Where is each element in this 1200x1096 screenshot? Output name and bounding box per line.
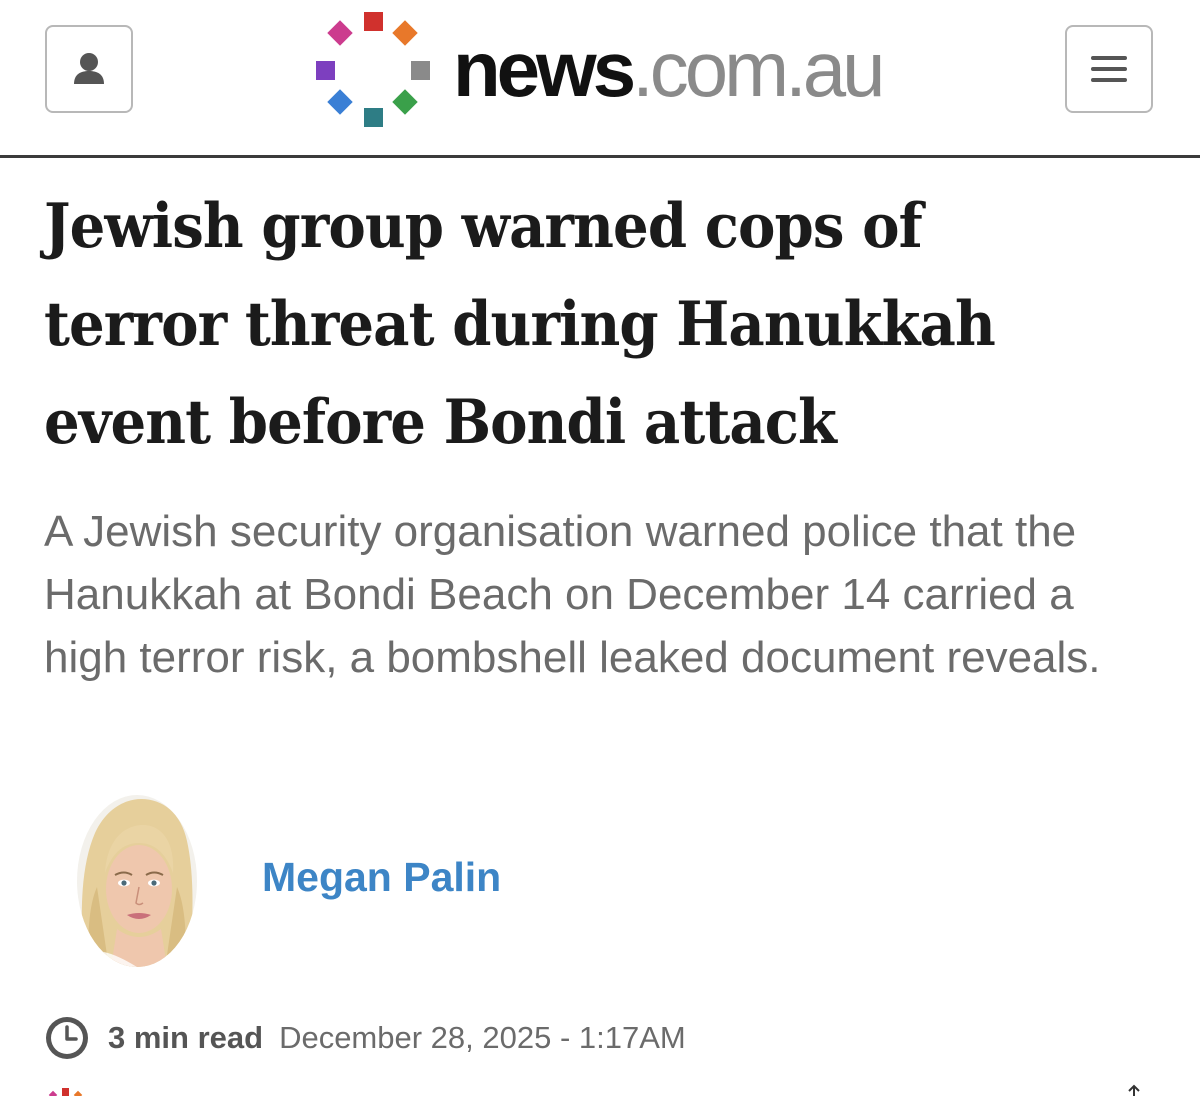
article-headline: Jewish group warned cops of terror threa… xyxy=(44,191,996,458)
author-avatar[interactable] xyxy=(77,795,197,967)
account-button[interactable] xyxy=(45,25,133,113)
read-time: 3 min read xyxy=(108,1020,264,1055)
logo-domain-text: .com.au xyxy=(632,25,885,113)
logo-wordmark: news.com.au xyxy=(453,30,886,108)
hamburger-menu-icon xyxy=(1091,56,1127,82)
site-logo[interactable]: news.com.au xyxy=(310,10,900,135)
publish-date: December 28, 2025 - 1:17AM xyxy=(279,1020,686,1055)
user-icon xyxy=(74,53,104,84)
article-standfirst: A Jewish security organisation warned po… xyxy=(44,507,1101,682)
logo-dots-icon xyxy=(48,1088,83,1096)
article-meta: 3 min read December 28, 2025 - 1:17AM xyxy=(44,1014,686,1062)
header-divider xyxy=(0,155,1200,158)
menu-button[interactable] xyxy=(1065,25,1153,113)
arrow-up-icon[interactable] xyxy=(1124,1084,1144,1096)
logo-news-text: news xyxy=(453,25,636,113)
logo-dots-icon xyxy=(316,12,430,127)
author-name-link[interactable]: Megan Palin xyxy=(262,854,501,901)
site-header: news.com.au xyxy=(0,0,1200,156)
clock-icon xyxy=(46,1017,88,1059)
